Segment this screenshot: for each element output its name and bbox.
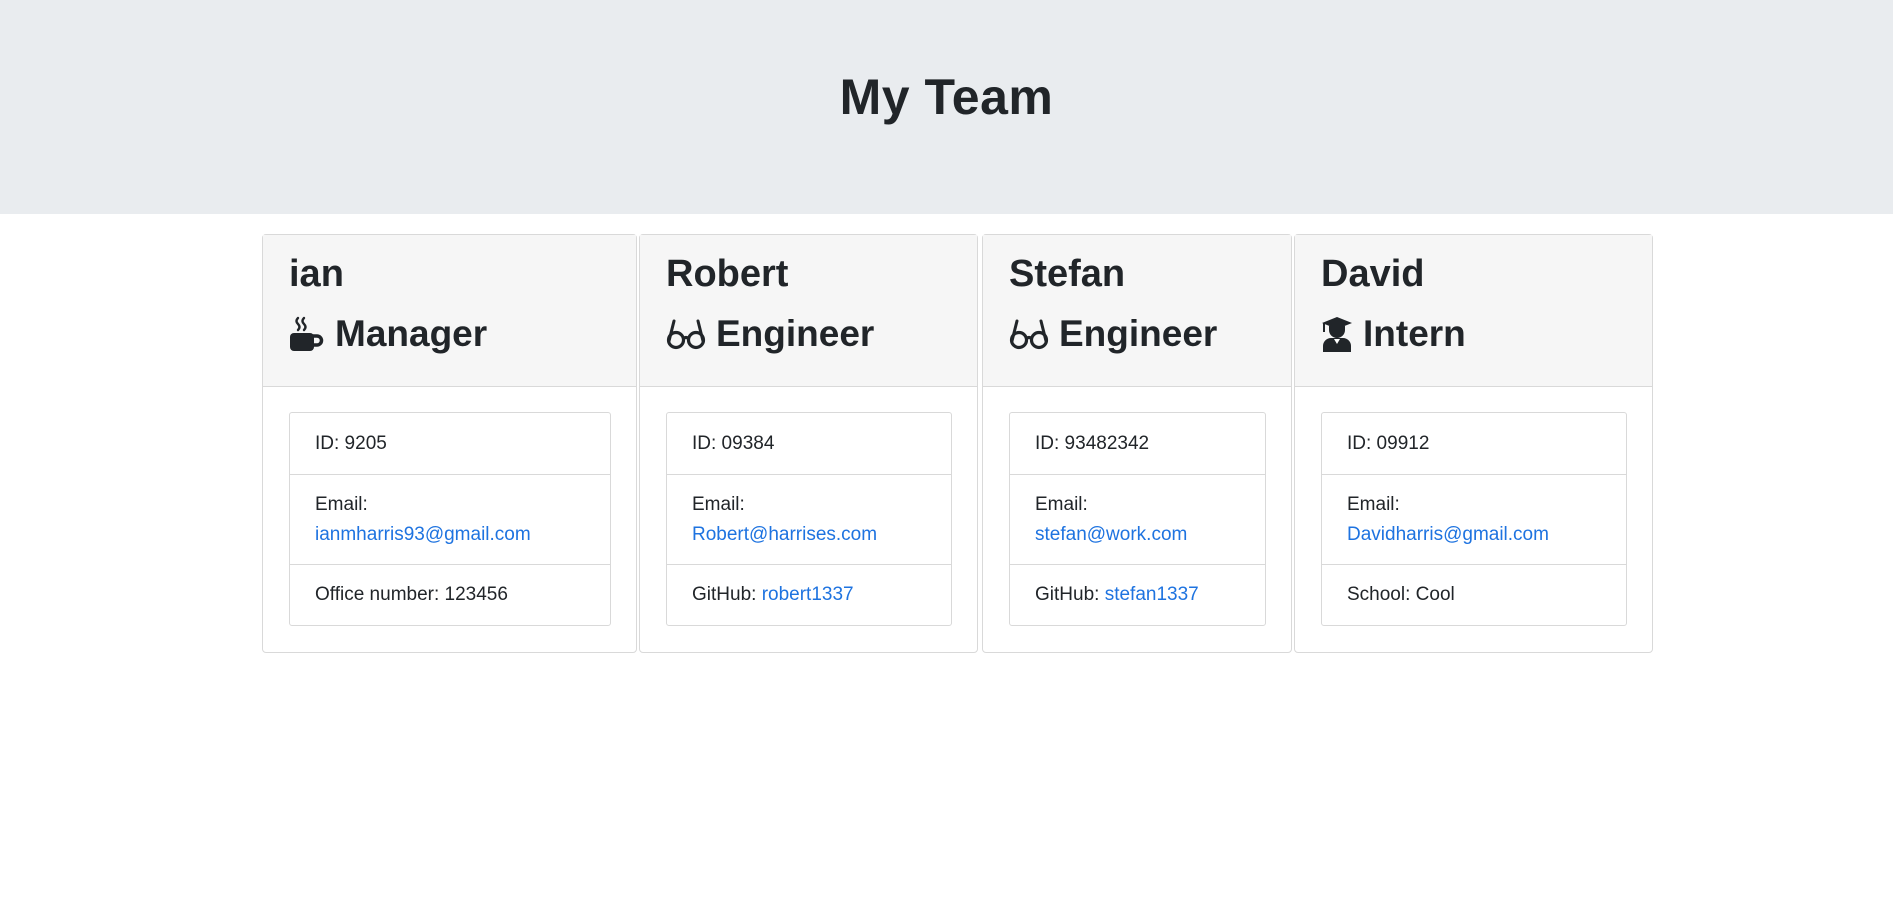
role-label: Manager <box>335 313 488 354</box>
employee-role: Engineer <box>666 311 977 357</box>
email-link[interactable]: Robert@harrises.com <box>692 520 926 550</box>
employee-name: Robert <box>666 253 789 295</box>
team-cards: ian Manager ID: 9205 Email: ianmharris93… <box>262 234 1653 653</box>
employee-card-manager: ian Manager ID: 9205 Email: ianmharris93… <box>262 234 637 653</box>
employee-card-engineer: Stefan Engineer ID: 93482342 Email: stef… <box>982 234 1292 653</box>
github-item: GitHub: stefan1337 <box>1010 564 1265 625</box>
role-label: Engineer <box>1059 313 1218 354</box>
id-text: ID: 09912 <box>1347 432 1430 454</box>
card-body: ID: 9205 Email: ianmharris93@gmail.com O… <box>263 387 636 651</box>
id-item: ID: 93482342 <box>1010 413 1265 474</box>
email-label: Email: <box>1035 493 1088 515</box>
glasses-icon <box>1009 317 1049 351</box>
github-label: GitHub: <box>1035 584 1105 605</box>
info-list: ID: 09912 Email: Davidharris@gmail.com S… <box>1321 412 1627 626</box>
id-item: ID: 09912 <box>1322 413 1626 474</box>
employee-card-engineer: Robert Engineer ID: 09384 Email: Robert@… <box>639 234 978 653</box>
card-body: ID: 93482342 Email: stefan@work.com GitH… <box>983 387 1291 651</box>
id-text: ID: 93482342 <box>1035 432 1150 454</box>
role-label: Engineer <box>716 313 875 354</box>
school-item: School: Cool <box>1322 564 1626 625</box>
email-link[interactable]: stefan@work.com <box>1035 520 1240 550</box>
github-label: GitHub: <box>692 584 762 605</box>
graduate-icon <box>1321 316 1353 352</box>
school-text: School: Cool <box>1347 584 1455 605</box>
info-list: ID: 09384 Email: Robert@harrises.com Git… <box>666 412 952 626</box>
office-number-text: Office number: 123456 <box>315 584 508 605</box>
card-body: ID: 09384 Email: Robert@harrises.com Git… <box>640 387 977 651</box>
email-link[interactable]: Davidharris@gmail.com <box>1347 520 1601 550</box>
employee-card-intern: David Intern ID: 09912 Email: Davidharri… <box>1294 234 1653 653</box>
email-link[interactable]: ianmharris93@gmail.com <box>315 520 585 550</box>
card-header: ian Manager <box>263 235 636 387</box>
glasses-icon <box>666 317 706 351</box>
email-item: Email: Davidharris@gmail.com <box>1322 474 1626 564</box>
employee-role: Manager <box>289 311 636 357</box>
employee-role: Engineer <box>1009 311 1291 357</box>
email-label: Email: <box>315 493 368 515</box>
github-item: GitHub: robert1337 <box>667 564 951 625</box>
github-row: GitHub: stefan1337 <box>1035 580 1240 610</box>
page-header: My Team <box>0 0 1893 214</box>
github-link[interactable]: robert1337 <box>762 584 854 605</box>
employee-name: David <box>1321 253 1425 295</box>
card-header: Robert Engineer <box>640 235 977 387</box>
info-list: ID: 9205 Email: ianmharris93@gmail.com O… <box>289 412 611 626</box>
id-text: ID: 9205 <box>315 432 387 454</box>
email-label: Email: <box>692 493 745 515</box>
email-item: Email: ianmharris93@gmail.com <box>290 474 610 564</box>
card-body: ID: 09912 Email: Davidharris@gmail.com S… <box>1295 387 1652 651</box>
id-item: ID: 09384 <box>667 413 951 474</box>
coffee-icon <box>289 316 325 352</box>
email-label: Email: <box>1347 493 1400 515</box>
card-header: Stefan Engineer <box>983 235 1291 387</box>
employee-role: Intern <box>1321 311 1652 357</box>
email-item: Email: Robert@harrises.com <box>667 474 951 564</box>
github-row: GitHub: robert1337 <box>692 580 926 610</box>
email-item: Email: stefan@work.com <box>1010 474 1265 564</box>
card-header: David Intern <box>1295 235 1652 387</box>
github-link[interactable]: stefan1337 <box>1105 584 1199 605</box>
id-item: ID: 9205 <box>290 413 610 474</box>
page-title: My Team <box>839 69 1054 125</box>
employee-name: ian <box>289 253 344 295</box>
employee-name: Stefan <box>1009 253 1126 295</box>
office-number-item: Office number: 123456 <box>290 564 610 625</box>
info-list: ID: 93482342 Email: stefan@work.com GitH… <box>1009 412 1266 626</box>
id-text: ID: 09384 <box>692 432 775 454</box>
role-label: Intern <box>1363 313 1466 354</box>
